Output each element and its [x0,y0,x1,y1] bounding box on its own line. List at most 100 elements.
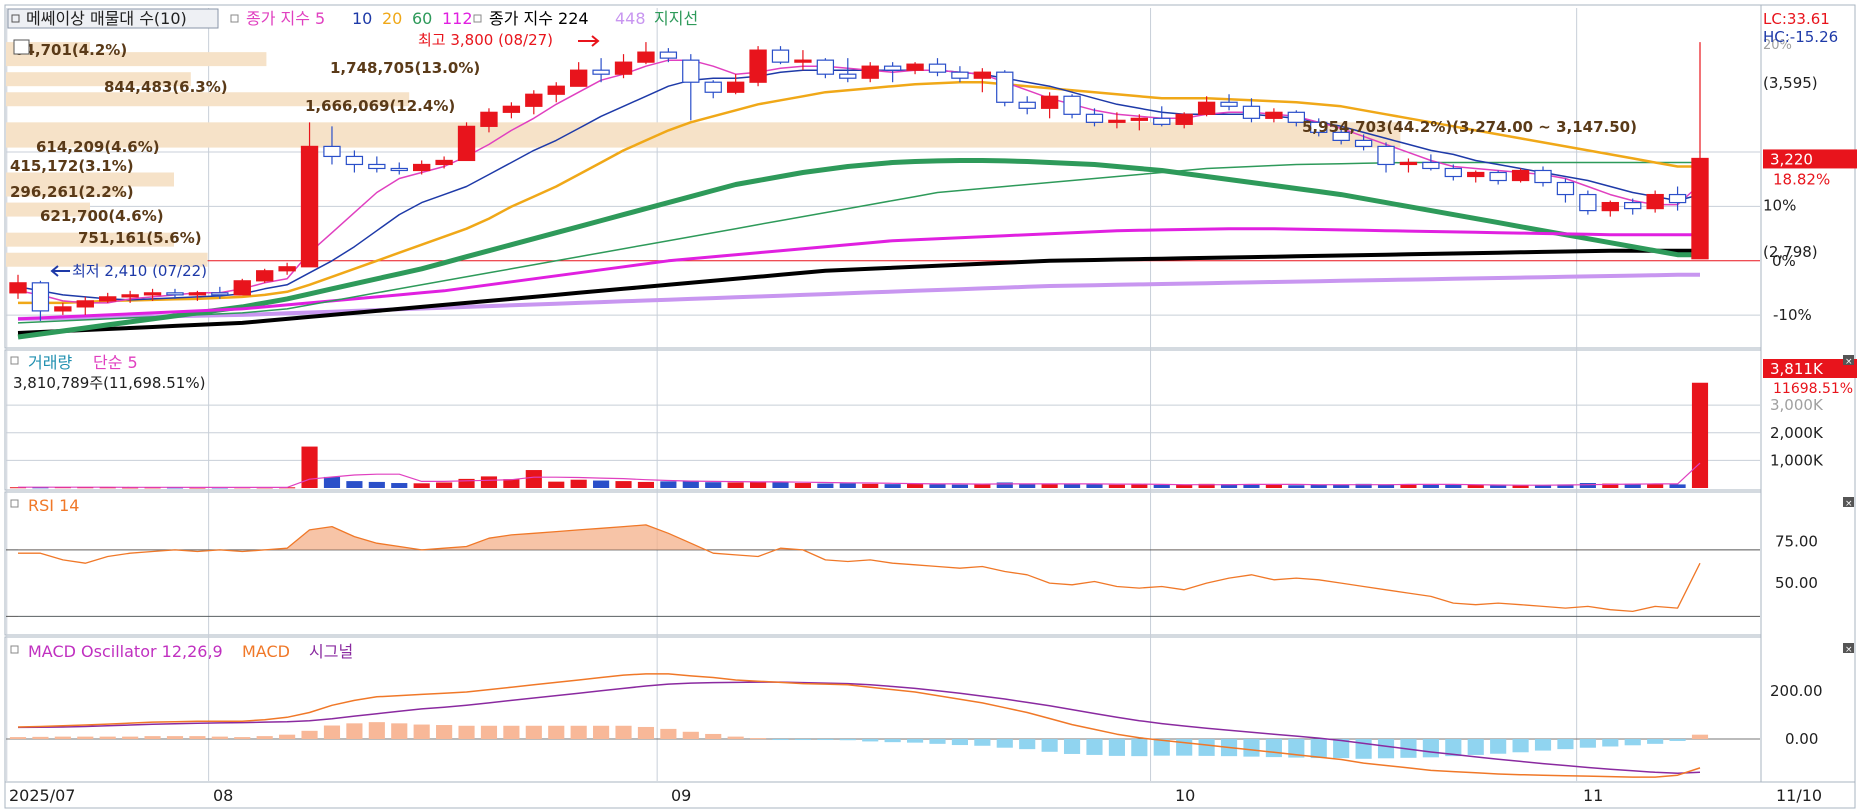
macd-oscillator-bar [1534,739,1552,751]
candle-body [951,71,969,79]
legend-ma448: 448 [615,9,646,28]
legend-ma10: 10 [352,9,372,28]
volume-bar [346,481,363,488]
macd-oscillator-bar [1691,734,1709,740]
legend-box-label: 메쎄이상 매물대 수(10) [26,9,187,28]
candle-body [480,111,498,127]
candle-body [1197,101,1216,115]
candle-body [816,59,835,75]
macd-oscillator-bar [211,736,228,740]
volume-bar [1579,483,1596,488]
candle-body [1063,95,1081,115]
volume-panel[interactable] [4,349,1762,491]
legend-ma60: 60 [412,9,432,28]
volume-profile-label: 64,701(4.2%) [14,41,127,59]
rsi-panel[interactable] [4,491,1762,636]
macd-oscillator-bar [996,739,1013,748]
volume-bar [570,479,587,488]
volume-profile-label: 751,161(5.6%) [78,229,202,247]
volume-bar [323,476,341,488]
close-icon[interactable]: × [1843,355,1854,367]
x-axis-label: 08 [213,786,233,805]
lc-label: LC:33.61 [1763,10,1830,28]
candle-body [749,49,767,83]
volume-bar [615,481,632,488]
candle-body [368,163,386,170]
candle-body [1579,193,1597,212]
macd-oscillator-bar [974,739,991,746]
macd-oscillator-bar [570,725,587,740]
volume-bar [660,481,677,488]
candle-body [973,71,992,79]
volume-bar [951,484,968,488]
volume-bar [1153,484,1170,488]
volume-scale-label: 1,000K [1770,451,1824,469]
x-axis-area [4,781,1856,809]
macd-oscillator-bar [9,737,27,740]
macd-oscillator-bar [436,725,453,740]
macd-oscillator-bar [1557,739,1574,750]
macd-oscillator-bar [794,739,812,741]
close-icon[interactable]: × [1843,643,1854,655]
candle-body [592,69,610,75]
volume-bar [1131,484,1148,488]
macd-oscillator-bar [346,723,363,740]
macd-oscillator-bar [1669,739,1686,741]
price-scale-label: (3,595) [1763,74,1818,92]
candle-body [1018,101,1036,109]
volume-bar [1691,382,1709,488]
macd-oscillator-bar [144,736,161,740]
macd-oscillator-bar [391,723,408,740]
volume-bar [525,470,542,488]
price-scale-label: (2,798) [1763,243,1818,261]
macd-oscillator-bar [1579,739,1596,748]
candle-body [1265,111,1283,119]
candle-body [1489,171,1507,182]
macd-scale-label: 200.00 [1770,682,1823,700]
legend-support: 지지선 [654,9,698,28]
volume-profile-label: 5,954,703(44.2%)(3,274.00 ~ 3,147.50) [1302,118,1637,136]
candle-body [76,300,94,308]
macd-oscillator-bar [189,736,206,740]
macd-oscillator-bar [458,725,475,740]
volume-bar [1288,485,1305,488]
price-scale-label: -10% [1773,306,1812,324]
candle-body [300,145,319,268]
macd-oscillator-bar [323,725,341,740]
legend-ma20: 20 [382,9,402,28]
table-icon [13,39,30,55]
volume-bar [1669,484,1686,488]
candle-body [771,49,790,63]
candle-body [99,296,117,302]
candle-body [457,125,476,162]
volume-bar [368,481,385,488]
x-axis-label: 2025/07 [9,786,75,805]
volume-bar [436,482,453,488]
candle-body [502,105,521,113]
stock-chart-canvas[interactable]: 64,701(4.2%) 1,748,705(13.0%) 844,483(6.3%… [0,0,1859,811]
candle-body [1040,95,1059,109]
rsi-title: RSI 14 [28,496,79,515]
candle-body [906,63,924,71]
macd-oscillator-bar [234,737,251,740]
volume-bar [1445,484,1462,488]
candle-body [1108,119,1126,123]
rsi-scale-label: 75.00 [1775,533,1818,551]
close-icon[interactable]: × [1843,497,1854,509]
candle-body [188,292,207,296]
volume-profile-label: 296,261(2.2%) [10,183,134,201]
volume-profile-label: 614,209(4.6%) [36,138,160,156]
macd-title: MACD Oscillator 12,26,9 [28,642,223,661]
candle-body [31,282,50,312]
macd-oscillator-bar [750,738,767,740]
candle-body [996,71,1014,103]
macd-oscillator-bar [593,725,610,740]
macd-oscillator-bar [637,726,655,740]
macd-oscillator-bar [301,730,318,740]
volume-bar [772,482,789,488]
macd-oscillator-bar [615,725,632,740]
candle-body [121,294,139,298]
current-price-label: 3,220 [1770,150,1813,168]
candle-body [1422,161,1440,170]
candle-body [1668,193,1687,204]
